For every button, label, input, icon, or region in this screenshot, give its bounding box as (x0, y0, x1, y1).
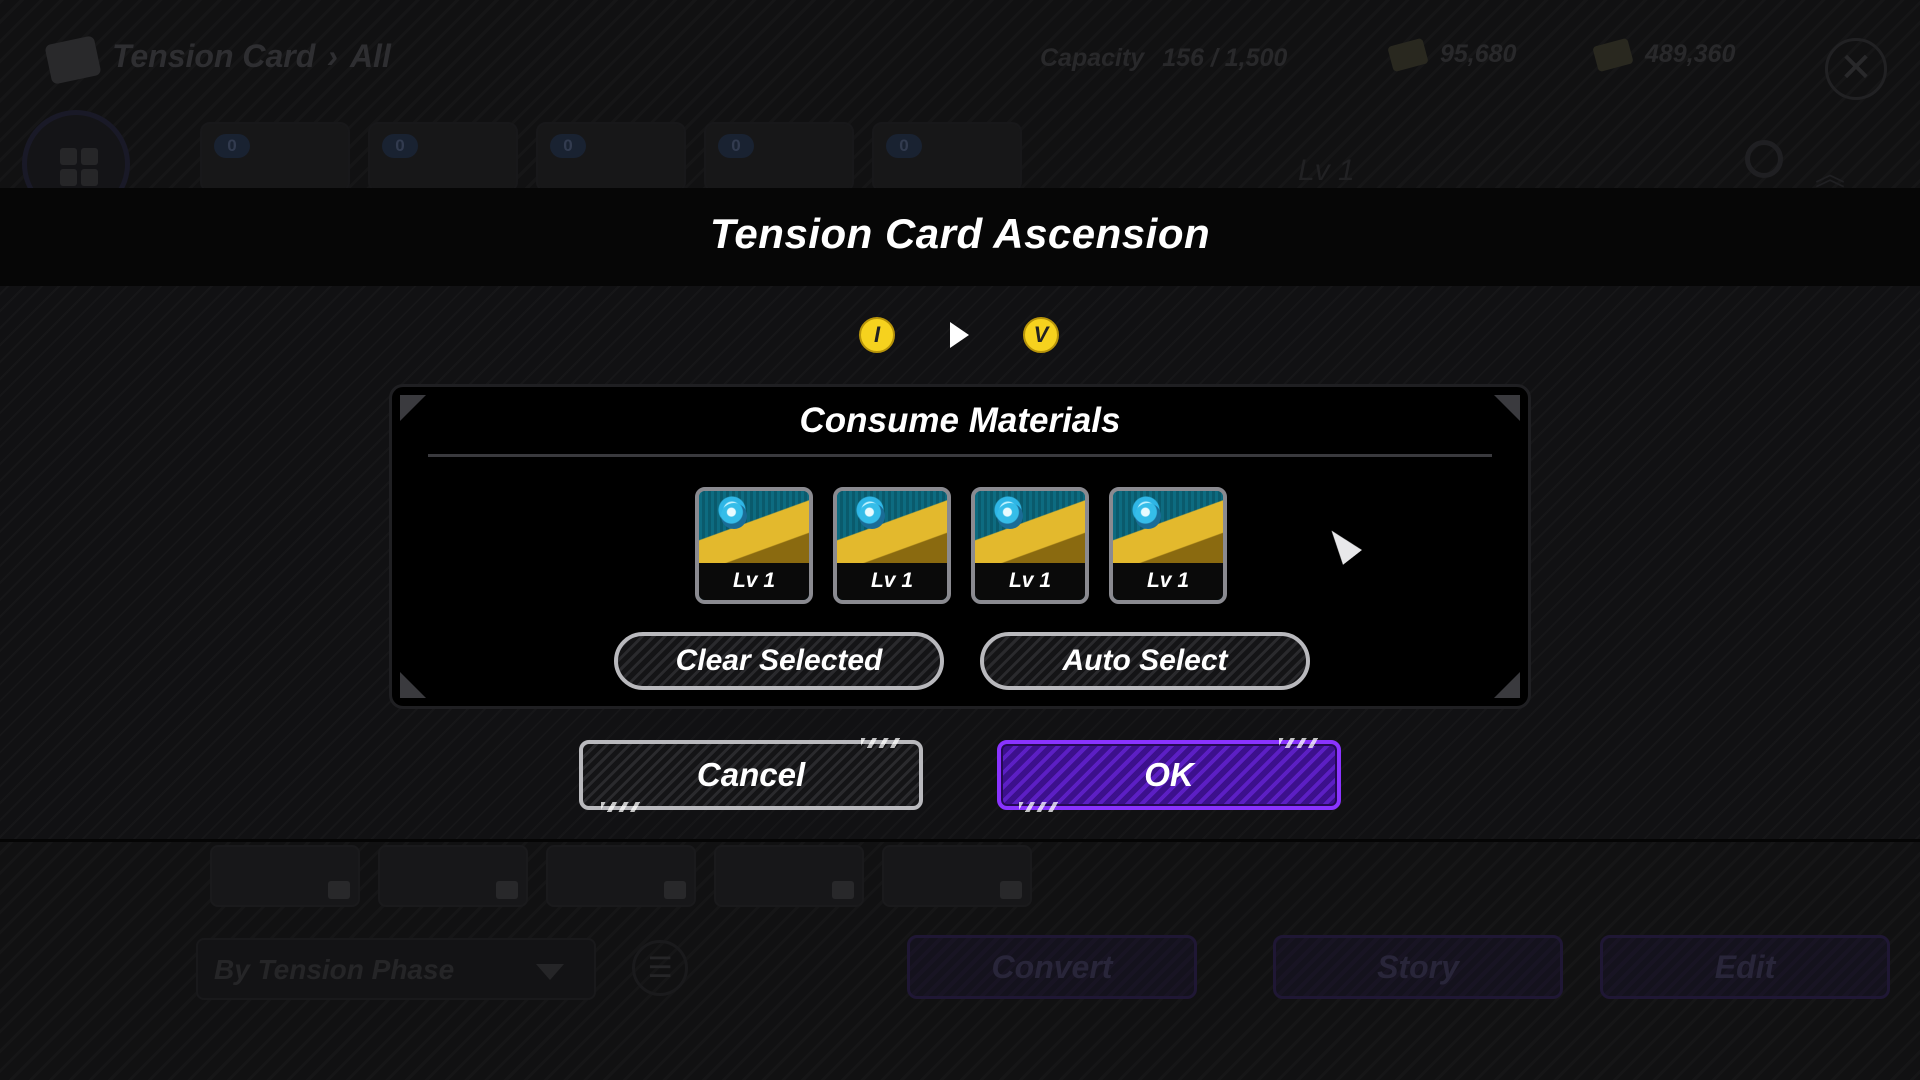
material-slot[interactable]: Lv 1 (833, 487, 951, 604)
material-level: Lv 1 (837, 563, 947, 600)
gem-icon (1135, 503, 1161, 529)
cancel-label: Cancel (696, 756, 806, 793)
material-level: Lv 1 (975, 563, 1085, 600)
material-card-art (699, 491, 809, 567)
arrow-right-icon (950, 322, 969, 348)
gem-icon (859, 503, 885, 529)
tier-from-badge: I (859, 317, 895, 353)
material-card-art (975, 491, 1085, 567)
ok-button[interactable]: OK (997, 738, 1341, 812)
cancel-button[interactable]: Cancel (579, 738, 923, 812)
material-slot[interactable]: Lv 1 (971, 487, 1089, 604)
stripe-decoration (1019, 802, 1059, 812)
stripe-decoration (861, 738, 901, 748)
material-slot[interactable]: Lv 1 (695, 487, 813, 604)
material-level: Lv 1 (1113, 563, 1223, 600)
stripe-decoration (601, 802, 641, 812)
stripe-decoration (1279, 738, 1319, 748)
gem-icon (721, 503, 747, 529)
clear-selected-button[interactable]: Clear Selected (614, 632, 944, 690)
material-level: Lv 1 (699, 563, 809, 600)
ok-label: OK (1144, 756, 1194, 793)
tier-to-badge: V (1023, 317, 1059, 353)
corner-decoration (1494, 672, 1520, 698)
panel-title: Consume Materials (799, 401, 1121, 440)
gem-icon (997, 503, 1023, 529)
material-slot[interactable]: Lv 1 (1109, 487, 1227, 604)
divider (428, 454, 1492, 457)
material-card-art (1113, 491, 1223, 567)
modal-title: Tension Card Ascension (709, 210, 1211, 257)
corner-decoration (400, 672, 426, 698)
auto-select-button[interactable]: Auto Select (980, 632, 1310, 690)
material-card-art (837, 491, 947, 567)
